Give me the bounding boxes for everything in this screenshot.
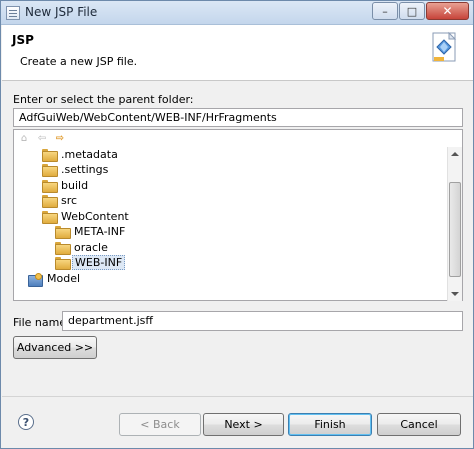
tree-item-label: WebContent [61,210,129,223]
folder-icon [42,164,58,177]
tree-item-webcontent[interactable]: WebContent [42,209,131,224]
tree-item-oracle[interactable]: oracle [55,240,110,255]
finish-button[interactable]: Finish [288,413,372,436]
tree-item-build[interactable]: build [42,178,90,193]
scroll-up-icon[interactable] [451,152,459,156]
tree-item-label: Model [47,272,81,285]
tree-item-label: META-INF [74,225,126,238]
folder-icon [42,149,58,162]
tree-item-label: .metadata [61,148,118,161]
tree-item-label: build [61,179,89,192]
tree-item-label: oracle [74,241,108,254]
file-name-input[interactable]: department.jsff [62,311,463,331]
tree-item-metadata[interactable]: .metadata [42,147,120,162]
scroll-down-icon[interactable] [451,292,459,296]
tree-toolbar: ⌂ ⇦ ⇨ [14,130,462,147]
home-icon[interactable]: ⌂ [18,133,30,144]
tree-item-src[interactable]: src [42,193,79,208]
forward-arrow-icon[interactable]: ⇨ [54,133,66,144]
tree-item-settings[interactable]: .settings [42,162,110,177]
new-jsp-file-dialog: New JSP File – □ ✕ JSP Create a new JSP … [0,0,474,449]
back-button[interactable]: < Back [119,413,201,436]
tree-item-label: WEB-INF [72,255,126,270]
tree-vertical-scrollbar[interactable] [447,147,462,301]
tree-item-meta-inf[interactable]: META-INF [55,224,127,239]
tree-item-label: .settings [61,163,109,176]
folder-icon [55,242,71,255]
cancel-button[interactable]: Cancel [377,413,461,436]
project-icon [28,272,43,287]
parent-folder-input[interactable]: AdfGuiWeb/WebContent/WEB-INF/HrFragments [13,108,463,127]
folder-icon [42,180,58,193]
title-bar[interactable]: New JSP File – □ ✕ [1,1,473,25]
folder-icon [42,211,58,224]
window-title: New JSP File [25,5,98,19]
folder-icon [55,257,71,270]
minimize-button[interactable]: – [372,2,398,20]
wizard-title: JSP [12,33,34,47]
window-controls: – □ ✕ [371,2,469,20]
help-icon[interactable]: ? [18,414,34,430]
maximize-button[interactable]: □ [399,2,425,20]
tree-body: .metadata .settings build src WebContent… [14,147,448,301]
wizard-description: Create a new JSP file. [20,55,138,68]
folder-icon [42,195,58,208]
jsp-wizard-icon [432,31,457,62]
window-icon [6,6,20,20]
scroll-thumb[interactable] [449,182,461,277]
back-arrow-icon[interactable]: ⇦ [36,133,48,144]
tree-item-label: src [61,194,78,207]
advanced-button[interactable]: Advanced >> [13,336,97,359]
folder-tree[interactable]: ⌂ ⇦ ⇨ .metadata .settings build src WebC… [13,129,463,301]
close-button[interactable]: ✕ [426,2,469,20]
tree-item-web-inf[interactable]: WEB-INF [55,255,126,270]
wizard-header: JSP Create a new JSP file. [2,25,473,81]
folder-icon [55,226,71,239]
parent-folder-label: Enter or select the parent folder: [13,93,194,106]
divider [2,396,473,397]
next-button[interactable]: Next > [203,413,284,436]
tree-item-model[interactable]: Model [28,271,82,287]
